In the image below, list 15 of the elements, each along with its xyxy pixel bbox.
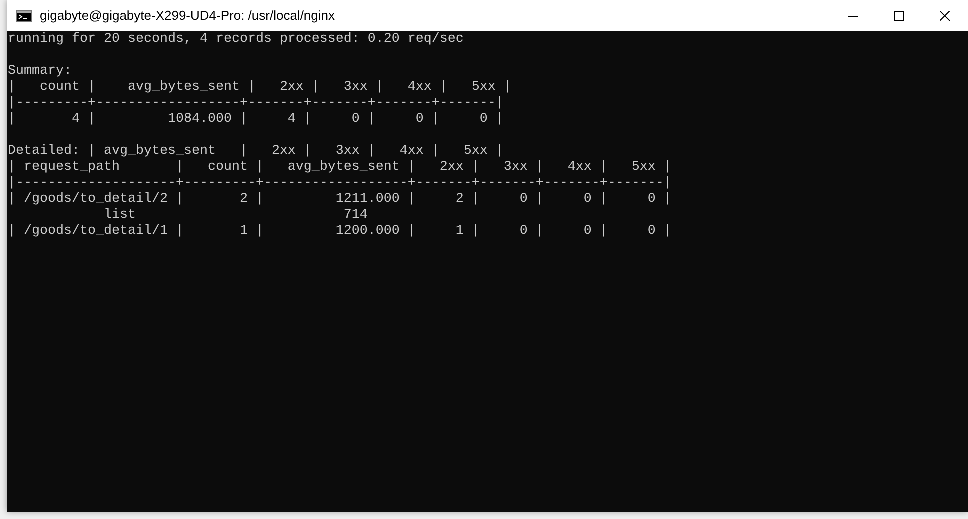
console-line: |--------------------+---------+------------------+-------+-------+-------+-------| [8, 176, 672, 192]
maximize-icon [894, 10, 904, 20]
console-line: Detailed: | avg_bytes_sent | 2xx | 3xx | 4xx | 5xx | [8, 144, 504, 160]
console-line: | 4 | 1084.000 | 4 | 0 | 0 | 0 | [8, 112, 504, 128]
console-line: list 714 [102, 208, 368, 224]
console-line: | /goods/to_detail/1 | 1 | 1200.000 | 1 | 0 | 0 | 0 | [8, 224, 672, 240]
window-title: gigabyte@gigabyte-X299-UD4-Pro: /usr/local/nginx [40, 6, 336, 25]
console-line: | /goods/to_detail/2 | 2 | 1211.000 | 2 | 0 | 0 | 0 | [8, 192, 672, 208]
console-line: Summary: [8, 64, 72, 80]
console-line: | request_path | count | avg_bytes_sent | 2xx | 3xx | 4xx | 5xx | [8, 160, 672, 176]
console-line: |---------+------------------+-------+-------+-------+-------| [8, 96, 504, 112]
console-line: | count | avg_bytes_sent | 2xx | 3xx | 4xx | 5xx | [8, 80, 512, 96]
console-line: running for 20 seconds, 4 records processed: 0.20 req/sec [8, 32, 464, 48]
close-icon [940, 10, 950, 20]
console-icon [16, 10, 32, 22]
